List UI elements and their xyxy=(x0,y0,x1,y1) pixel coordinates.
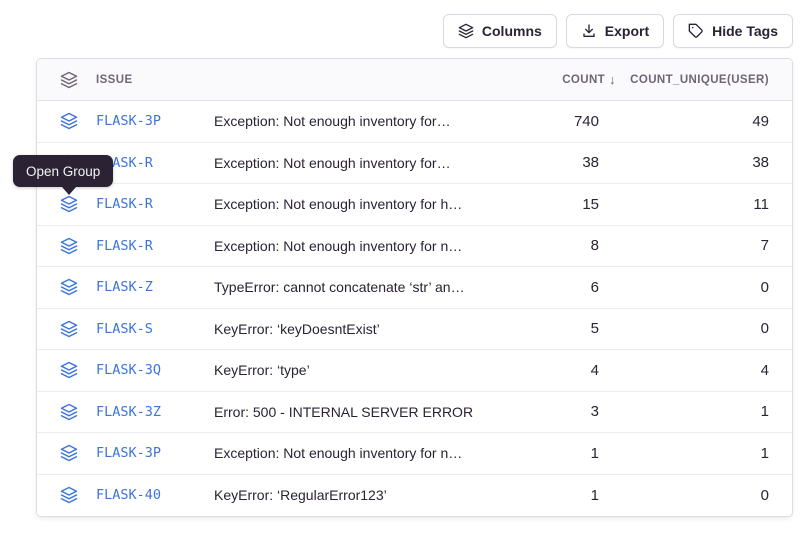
table-row[interactable]: FLASK-R Exception: Not enough inventory … xyxy=(37,184,792,226)
tooltip-caret xyxy=(62,187,76,195)
table-row[interactable]: FLASK-40 KeyError: ‘RegularError123’ 1 0 xyxy=(37,475,792,517)
columns-button[interactable]: Columns xyxy=(443,14,557,48)
issue-message: TypeError: cannot concatenate ‘str’ an… xyxy=(214,279,489,295)
count-unique-value: 0 xyxy=(599,279,769,296)
table-row[interactable]: FLASK-3Q KeyError: ‘type’ 4 4 xyxy=(37,350,792,392)
table-row[interactable]: FLASK-R Exception: Not enough inventory … xyxy=(37,226,792,268)
issue-message: Exception: Not enough inventory for n… xyxy=(214,238,489,254)
hide-tags-button-label: Hide Tags xyxy=(712,23,778,39)
layers-icon xyxy=(37,486,96,504)
issue-link[interactable]: FLASK-40 xyxy=(96,487,214,503)
count-unique-column-header[interactable]: COUNT_UNIQUE(USER) xyxy=(599,74,769,86)
count-value: 1 xyxy=(489,445,599,462)
table-row[interactable]: FLASK-3Z Error: 500 - INTERNAL SERVER ER… xyxy=(37,392,792,434)
layers-icon xyxy=(37,195,96,213)
table-row[interactable]: FLASK-S KeyError: ‘keyDoesntExist’ 5 0 xyxy=(37,309,792,351)
issue-message: Exception: Not enough inventory for… xyxy=(214,155,489,171)
open-group-tooltip: Open Group xyxy=(13,155,113,187)
tag-icon xyxy=(688,23,704,39)
issue-message: Exception: Not enough inventory for n… xyxy=(214,445,489,461)
count-value: 38 xyxy=(489,154,599,171)
columns-button-label: Columns xyxy=(482,23,542,39)
count-value: 5 xyxy=(489,320,599,337)
layers-icon xyxy=(37,403,96,421)
issue-message: Exception: Not enough inventory for h… xyxy=(214,196,489,212)
export-button[interactable]: Export xyxy=(566,14,664,48)
count-value: 1 xyxy=(489,487,599,504)
count-unique-value: 7 xyxy=(599,237,769,254)
export-button-label: Export xyxy=(605,23,649,39)
issue-link[interactable]: FLASK-3Z xyxy=(96,404,214,420)
layers-icon xyxy=(37,361,96,379)
layers-icon xyxy=(37,237,96,255)
table-header-row: ISSUE COUNT ↓ COUNT_UNIQUE(USER) xyxy=(37,59,792,101)
table-body: FLASK-3P Exception: Not enough inventory… xyxy=(37,101,792,516)
count-value: 740 xyxy=(489,113,599,130)
issue-message: Error: 500 - INTERNAL SERVER ERROR xyxy=(214,404,489,420)
stack-icon xyxy=(37,71,96,89)
count-unique-value: 38 xyxy=(599,154,769,171)
issue-message: KeyError: ‘RegularError123’ xyxy=(214,487,489,503)
count-value: 8 xyxy=(489,237,599,254)
hide-tags-button[interactable]: Hide Tags xyxy=(673,14,793,48)
layers-icon xyxy=(37,320,96,338)
count-value: 3 xyxy=(489,403,599,420)
count-unique-value: 4 xyxy=(599,362,769,379)
count-unique-value: 1 xyxy=(599,403,769,420)
table-row[interactable]: FLASK-3P Exception: Not enough inventory… xyxy=(37,433,792,475)
layers-icon xyxy=(458,23,474,39)
layers-icon xyxy=(37,444,96,462)
issue-message: KeyError: ‘type’ xyxy=(214,362,489,378)
table-row[interactable]: FLASK-R Exception: Not enough inventory … xyxy=(37,143,792,185)
table-row[interactable]: FLASK-3P Exception: Not enough inventory… xyxy=(37,101,792,143)
issue-link[interactable]: FLASK-3P xyxy=(96,445,214,461)
download-icon xyxy=(581,23,597,39)
layers-icon xyxy=(37,112,96,130)
issue-link[interactable]: FLASK-3Q xyxy=(96,362,214,378)
issue-link[interactable]: FLASK-Z xyxy=(96,279,214,295)
tooltip-label: Open Group xyxy=(26,164,100,179)
toolbar: Columns Export Hide Tags xyxy=(443,14,793,48)
count-unique-value: 49 xyxy=(599,113,769,130)
count-value: 6 xyxy=(489,279,599,296)
issue-link[interactable]: FLASK-S xyxy=(96,321,214,337)
count-unique-value: 1 xyxy=(599,445,769,462)
issue-link[interactable]: FLASK-R xyxy=(96,196,214,212)
issue-link[interactable]: FLASK-R xyxy=(96,155,214,171)
count-column-header[interactable]: COUNT ↓ xyxy=(489,72,599,87)
issue-column-header[interactable]: ISSUE xyxy=(96,74,214,86)
table-row[interactable]: FLASK-Z TypeError: cannot concatenate ‘s… xyxy=(37,267,792,309)
count-value: 15 xyxy=(489,196,599,213)
count-unique-value: 0 xyxy=(599,320,769,337)
count-value: 4 xyxy=(489,362,599,379)
count-unique-value: 0 xyxy=(599,487,769,504)
count-unique-value: 11 xyxy=(599,196,769,213)
issue-link[interactable]: FLASK-R xyxy=(96,238,214,254)
issue-message: KeyError: ‘keyDoesntExist’ xyxy=(214,321,489,337)
results-table: ISSUE COUNT ↓ COUNT_UNIQUE(USER) FLASK-3… xyxy=(36,58,793,517)
layers-icon xyxy=(37,278,96,296)
issue-message: Exception: Not enough inventory for… xyxy=(214,113,489,129)
issue-link[interactable]: FLASK-3P xyxy=(96,113,214,129)
